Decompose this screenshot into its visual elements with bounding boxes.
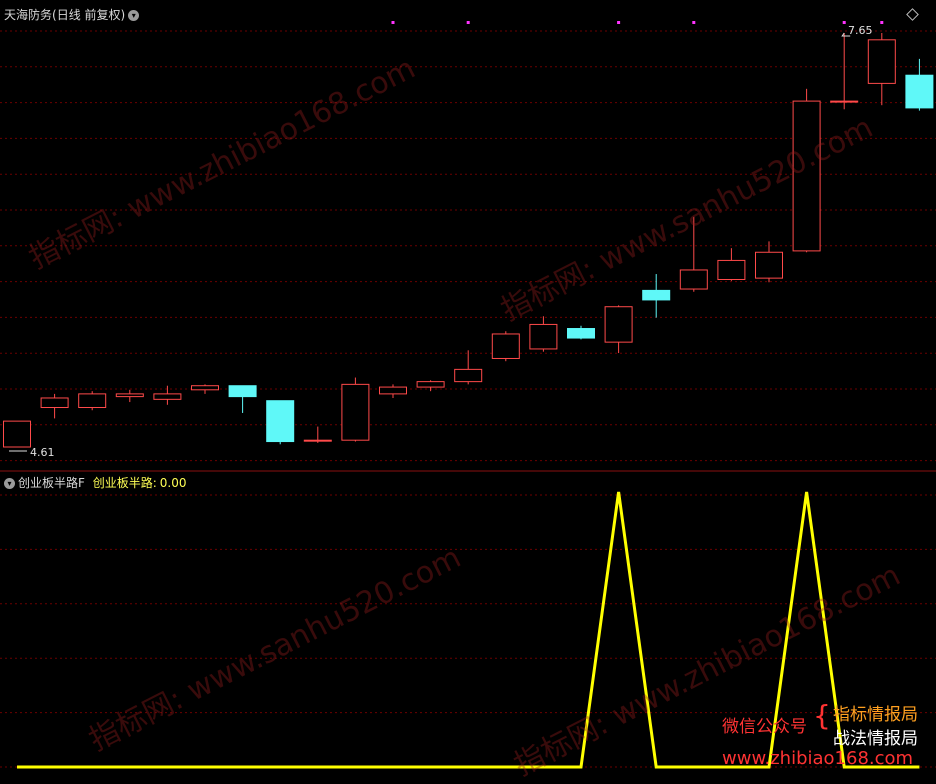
candle-body (115, 393, 144, 398)
brand-line1: 指标情报局 (833, 705, 918, 725)
candle-body (303, 439, 332, 442)
price-high-label: 7.65 (848, 24, 873, 37)
price-low-label: 4.61 (30, 446, 55, 459)
candle-body (905, 74, 934, 109)
candle-body (529, 323, 558, 350)
signal-marker (842, 21, 846, 24)
chart-period: (日线 前复权) (52, 8, 126, 22)
chevron-down-icon[interactable]: ▾ (4, 478, 15, 489)
lower-header: ▾ 创业板半路F 创业板半路: 0.00 (4, 474, 187, 491)
candle-body (792, 100, 821, 252)
candle-body (191, 385, 219, 391)
signal-marker (617, 21, 621, 24)
upper-header: 天海防务(日线 前复权) ▾ (4, 6, 140, 23)
indicator-name: 创业板半路F (18, 476, 85, 490)
candle-body (755, 251, 783, 279)
candle (491, 331, 520, 362)
brand-line2: 战法情报局 (833, 729, 918, 749)
indicator-value: 0.00 (159, 476, 187, 490)
candle-body (153, 393, 182, 400)
brand-url: www.zhibiao168.com (722, 748, 914, 769)
candle-body (78, 393, 107, 409)
candle-body (717, 259, 746, 280)
candle-body (454, 368, 483, 383)
candle-body (830, 100, 859, 103)
candle-body (379, 386, 407, 395)
chart-canvas (0, 0, 936, 775)
stock-title: 天海防务 (4, 8, 53, 22)
candle (341, 377, 370, 442)
signal-marker (391, 21, 395, 24)
candle-body (867, 39, 896, 84)
candle-body (491, 333, 520, 359)
candle (792, 88, 821, 253)
candle (78, 391, 107, 411)
candle-body (604, 306, 633, 343)
candle-body (341, 383, 370, 441)
indicator-label: 创业板半路: (92, 476, 157, 490)
signal-marker (692, 21, 696, 24)
candle (3, 420, 31, 448)
candle-body (567, 328, 595, 339)
chart-stage: 指标网: www.zhibiao168.com 指标网: www.sanhu52… (0, 0, 936, 783)
candle-body (228, 385, 257, 398)
signal-marker (466, 21, 470, 24)
candle-body (3, 420, 31, 448)
candle-body (266, 400, 295, 443)
brand-wechat: 微信公众号 (722, 717, 807, 737)
chevron-down-icon[interactable]: ▾ (128, 10, 140, 21)
candle-body (642, 289, 671, 301)
candle-body (40, 397, 69, 409)
candle-body (679, 269, 708, 290)
signal-marker (880, 21, 884, 24)
brand-brace: { (813, 699, 831, 732)
candle (266, 400, 295, 445)
candle-body (416, 381, 445, 388)
